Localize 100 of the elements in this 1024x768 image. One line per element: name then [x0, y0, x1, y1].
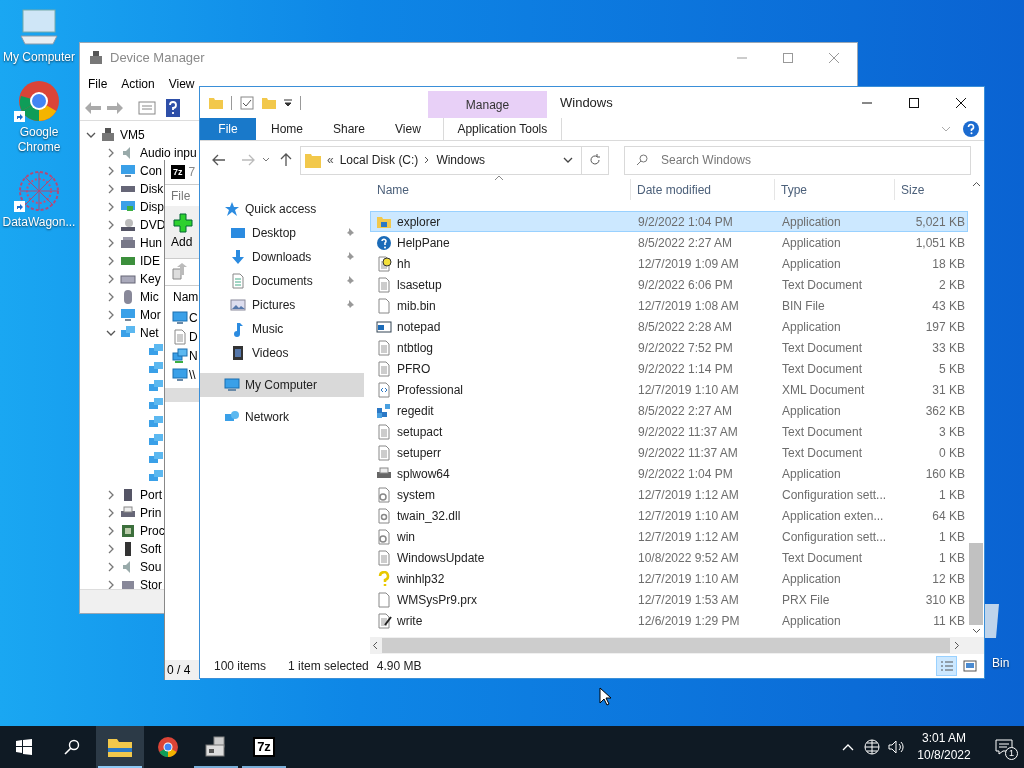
- file-row[interactable]: PFRO 9/2/2022 1:14 PM Text Document 5 KB: [370, 358, 968, 379]
- ribbon-tab[interactable]: Share: [318, 118, 381, 140]
- date-cell-text: 9/2/2022 11:37 AM: [637, 423, 739, 441]
- star-icon: [224, 201, 240, 217]
- tree-item[interactable]: Con: [140, 162, 162, 180]
- ribbon-tab[interactable]: Home: [256, 118, 318, 140]
- tree-item[interactable]: Port: [140, 486, 162, 504]
- type-cell-text: Text Document: [781, 339, 864, 357]
- nav-item[interactable]: Downloads: [200, 245, 364, 269]
- show-hidden-icons-icon[interactable]: [842, 743, 854, 751]
- taskbar-app-button[interactable]: [96, 726, 144, 768]
- file-name: write: [397, 612, 423, 630]
- file-row[interactable]: HelpPane 8/5/2022 2:27 AM Application 1,051 KB: [370, 232, 968, 253]
- file-row[interactable]: WMSysPr9.prx 12/7/2019 1:53 AM PRX File 310 KB: [370, 589, 968, 610]
- menu-item[interactable]: File: [171, 186, 191, 205]
- type-cell-text: Application: [781, 465, 842, 483]
- clock[interactable]: 3:01 AM 10/8/2022: [904, 726, 984, 768]
- nav-item[interactable]: My Computer: [200, 373, 364, 397]
- dropdown-icon[interactable]: [284, 98, 292, 107]
- volume-icon[interactable]: [888, 739, 904, 755]
- tree-item[interactable]: VM5: [120, 126, 145, 144]
- back-arrow-icon[interactable]: [212, 154, 226, 166]
- tree-item[interactable]: Mor: [140, 306, 161, 324]
- nav-item[interactable]: Network: [200, 405, 364, 429]
- notifications-button[interactable]: 1: [984, 726, 1024, 768]
- nav-item[interactable]: Videos: [200, 341, 364, 365]
- help-icon[interactable]: [166, 98, 180, 117]
- tree-item[interactable]: Mic: [140, 288, 159, 306]
- file-name: setupact: [397, 423, 443, 441]
- nav-item[interactable]: Quick access: [200, 197, 364, 221]
- refresh-icon[interactable]: [589, 154, 601, 166]
- settings-file-icon: [376, 486, 392, 503]
- nav-item[interactable]: Pictures: [200, 293, 364, 317]
- checkmark-document-icon[interactable]: [240, 95, 254, 110]
- column-header[interactable]: Date modified: [631, 179, 775, 200]
- breadcrumb[interactable]: Windows: [436, 151, 486, 169]
- file-row[interactable]: Professional 12/7/2019 1:10 AM XML Document 31 KB: [370, 379, 968, 400]
- column-header[interactable]: Name: [370, 179, 631, 200]
- file-row[interactable]: notepad 8/5/2022 2:28 AM Application 197 KB: [370, 316, 968, 337]
- tree-item[interactable]: DVD: [140, 216, 166, 234]
- file-name[interactable]: N: [189, 346, 198, 365]
- tree-item[interactable]: Prin: [140, 504, 162, 522]
- nav-item[interactable]: Music: [200, 317, 364, 341]
- help-icon[interactable]: [963, 121, 979, 137]
- file-row[interactable]: explorer 9/2/2022 1:04 PM Application 5,021 KB: [370, 211, 968, 232]
- dropdown-icon[interactable]: [563, 156, 573, 164]
- file-row[interactable]: win 12/7/2019 1:12 AM Configuration sett... 1 KB: [370, 526, 968, 547]
- taskbar-app-button[interactable]: 7z: [240, 726, 288, 768]
- desktop-icon-label[interactable]: Bin: [992, 654, 1010, 672]
- tree-item[interactable]: Disk: [140, 180, 164, 198]
- menu-item[interactable]: Action: [121, 75, 155, 93]
- tree-item[interactable]: Key: [140, 270, 161, 288]
- ribbon-tab[interactable]: Application Tools: [442, 118, 562, 140]
- tree-item[interactable]: Disp: [140, 198, 164, 216]
- network-icon[interactable]: [864, 739, 880, 755]
- file-row[interactable]: ntbtlog 9/2/2022 7:52 PM Text Document 33 KB: [370, 337, 968, 358]
- tree-item[interactable]: Proc: [140, 522, 165, 540]
- file-row[interactable]: regedit 8/5/2022 2:27 AM Application 362 KB: [370, 400, 968, 421]
- file-row[interactable]: splwow64 9/2/2022 1:04 PM Application 160 KB: [370, 463, 968, 484]
- file-row[interactable]: system 12/7/2019 1:12 AM Configuration sett... 1 KB: [370, 484, 968, 505]
- menu-item[interactable]: File: [88, 75, 108, 93]
- search-field[interactable]: Search Windows: [624, 145, 971, 175]
- tree-item[interactable]: Stor: [140, 576, 162, 589]
- horizontal-scrollbar[interactable]: [165, 388, 200, 402]
- file-row[interactable]: lsasetup 9/2/2022 6:06 PM Text Document 2 KB: [370, 274, 968, 295]
- address-bar[interactable]: « Local Disk (C:) Windows: [300, 145, 609, 175]
- file-row[interactable]: write 12/6/2019 1:29 PM Application 11 KB: [370, 610, 968, 631]
- ribbon-tab[interactable]: File: [200, 118, 256, 140]
- file-row[interactable]: twain_32.dll 12/7/2019 1:10 AM Application exten... 64 KB: [370, 505, 968, 526]
- breadcrumb[interactable]: Local Disk (C:): [339, 151, 419, 169]
- file-row[interactable]: mib.bin 12/7/2019 1:08 AM BIN File 43 KB: [370, 295, 968, 316]
- column-header[interactable]: Type: [775, 179, 895, 200]
- file-name[interactable]: \\: [189, 365, 196, 384]
- expand-ribbon-icon[interactable]: [941, 125, 951, 133]
- nav-item[interactable]: Documents: [200, 269, 364, 293]
- tree-item[interactable]: Audio inpu: [140, 144, 197, 162]
- tree-item[interactable]: Net: [140, 324, 159, 342]
- tree-item[interactable]: Sou: [140, 558, 162, 576]
- app-logo: 7z: [171, 165, 185, 179]
- overflow-chevron[interactable]: «: [327, 151, 334, 169]
- scroll-thumb[interactable]: [969, 543, 983, 625]
- forward-arrow-icon[interactable]: [106, 100, 124, 115]
- file-row[interactable]: setupact 9/2/2022 11:37 AM Text Document 3 KB: [370, 421, 968, 442]
- tree-item[interactable]: Hun: [140, 234, 162, 252]
- file-row[interactable]: winhlp32 12/7/2019 1:10 AM Application 12 KB: [370, 568, 968, 589]
- column-header[interactable]: Nam: [165, 286, 200, 308]
- file-name[interactable]: D: [189, 327, 198, 346]
- menu-item[interactable]: View: [168, 75, 195, 93]
- tree-item[interactable]: IDE: [140, 252, 160, 270]
- up-arrow-icon[interactable]: [280, 153, 292, 167]
- nav-item[interactable]: Desktop: [200, 221, 364, 245]
- recent-locations-icon[interactable]: [262, 157, 270, 163]
- file-name[interactable]: C: [189, 308, 198, 327]
- column-header[interactable]: Size: [895, 179, 968, 200]
- file-row[interactable]: WindowsUpdate 10/8/2022 9:52 AM Text Document 1 KB: [370, 547, 968, 568]
- file-row[interactable]: hh 12/7/2019 1:09 AM Application 18 KB: [370, 253, 968, 274]
- tree-item[interactable]: Soft: [140, 540, 162, 558]
- file-row[interactable]: setuperr 9/2/2022 11:37 AM Text Document 0 KB: [370, 442, 968, 463]
- horizontal-scrollbar[interactable]: [370, 637, 984, 654]
- ribbon-tab[interactable]: View: [380, 118, 436, 140]
